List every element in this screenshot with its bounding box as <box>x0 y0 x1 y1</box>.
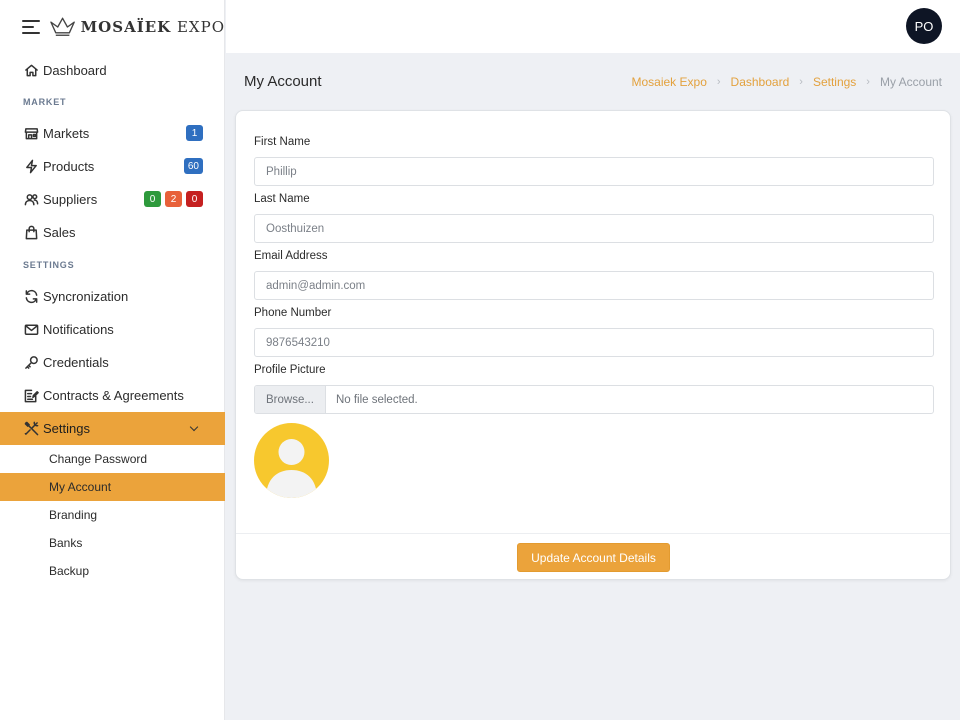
sidebar-item-sales[interactable]: Sales <box>0 216 225 249</box>
sidebar-item-suppliers[interactable]: Suppliers 0 2 0 <box>0 183 225 216</box>
sidebar-subitem-my-account[interactable]: My Account <box>0 473 225 501</box>
phone-field[interactable]: 9876543210 <box>254 328 934 357</box>
collapse-menu-icon[interactable] <box>22 19 41 35</box>
email-label: Email Address <box>254 250 328 262</box>
breadcrumb-item-settings[interactable]: Settings <box>813 75 856 89</box>
bolt-icon <box>23 159 39 175</box>
breadcrumb: Mosaiek Expo › Dashboard › Settings › My… <box>632 75 943 89</box>
products-count-badge: 60 <box>183 158 203 174</box>
sidebar-subitem-banks[interactable]: Banks <box>0 529 225 557</box>
sidebar-item-label: Notifications <box>43 322 114 337</box>
sidebar-subitem-change-password[interactable]: Change Password <box>0 445 225 473</box>
profile-picture-preview <box>254 423 329 498</box>
suppliers-badge-red: 0 <box>186 191 203 207</box>
sidebar-item-credentials[interactable]: Credentials <box>0 346 225 379</box>
account-form-card: First Name Phillip Last Name Oosthuizen … <box>235 110 951 580</box>
first-name-field[interactable]: Phillip <box>254 157 934 186</box>
breadcrumb-item-home[interactable]: Mosaiek Expo <box>632 75 707 89</box>
user-avatar[interactable]: PO <box>906 8 942 44</box>
last-name-label: Last Name <box>254 193 310 205</box>
first-name-label: First Name <box>254 136 311 148</box>
user-silhouette-icon <box>266 439 317 498</box>
sidebar-item-dashboard[interactable]: Dashboard <box>0 54 225 87</box>
tools-icon <box>23 421 39 437</box>
sidebar-item-markets[interactable]: Markets 1 <box>0 117 225 150</box>
sidebar-item-products[interactable]: Products 60 <box>0 150 225 183</box>
sidebar-item-label: Products <box>43 159 95 174</box>
shopping-bag-icon <box>23 225 39 241</box>
users-icon <box>23 192 39 208</box>
sidebar-item-label: Contracts & Agreements <box>43 388 184 403</box>
refresh-icon <box>23 289 39 305</box>
edit-document-icon <box>23 388 39 404</box>
phone-label: Phone Number <box>254 307 332 319</box>
browse-button[interactable]: Browse... <box>255 386 326 413</box>
sidebar-item-label: Settings <box>43 421 90 436</box>
breadcrumb-item-current: My Account <box>879 75 942 89</box>
sidebar-item-syncronization[interactable]: Syncronization <box>0 280 225 313</box>
email-field[interactable]: admin@admin.com <box>254 271 934 300</box>
section-label-market: MARKET <box>23 97 67 107</box>
sidebar-subitem-branding[interactable]: Branding <box>0 501 225 529</box>
profile-picture-input[interactable]: Browse... No file selected. <box>254 385 934 414</box>
sidebar-item-settings[interactable]: Settings <box>0 412 225 445</box>
last-name-field[interactable]: Oosthuizen <box>254 214 934 243</box>
page-title: My Account <box>244 73 322 90</box>
home-icon <box>23 63 39 79</box>
profile-picture-label: Profile Picture <box>254 364 326 376</box>
suppliers-badge-green: 0 <box>144 191 161 207</box>
sidebar-item-contracts[interactable]: Contracts & Agreements <box>0 379 225 412</box>
chevron-down-icon <box>189 422 199 432</box>
chevron-right-icon: › <box>716 76 721 88</box>
key-icon <box>23 355 39 371</box>
sidebar-item-label: Suppliers <box>43 192 98 207</box>
sidebar-item-notifications[interactable]: Notifications <box>0 313 225 346</box>
suppliers-badge-orange: 2 <box>165 191 182 207</box>
brand-header: MOSAÏEK EXPO <box>0 0 225 54</box>
sidebar-item-label: Sales <box>43 225 76 240</box>
brand-name: MOSAÏEK EXPO <box>80 18 225 36</box>
section-label-settings: SETTINGS <box>23 260 75 270</box>
sidebar-item-label: Credentials <box>43 355 109 370</box>
envelope-icon <box>23 322 39 338</box>
file-status: No file selected. <box>335 393 418 406</box>
store-icon <box>23 126 39 142</box>
sidebar-item-label: Syncronization <box>43 289 129 304</box>
sidebar-item-label: Dashboard <box>43 63 107 78</box>
chevron-right-icon: › <box>799 76 803 88</box>
top-bar: PO <box>226 0 960 53</box>
sidebar-item-label: Markets <box>43 126 90 141</box>
chevron-right-icon: › <box>866 76 870 88</box>
update-account-button[interactable]: Update Account Details <box>517 543 670 572</box>
markets-count-badge: 1 <box>186 125 203 141</box>
sidebar-subitem-backup[interactable]: Backup <box>0 557 225 585</box>
crown-logo-icon <box>50 17 76 36</box>
card-footer-divider <box>236 533 950 534</box>
sidebar: MOSAÏEK EXPO Dashboard MARKET Markets 1 … <box>0 0 225 720</box>
breadcrumb-item-dashboard[interactable]: Dashboard <box>731 75 790 89</box>
